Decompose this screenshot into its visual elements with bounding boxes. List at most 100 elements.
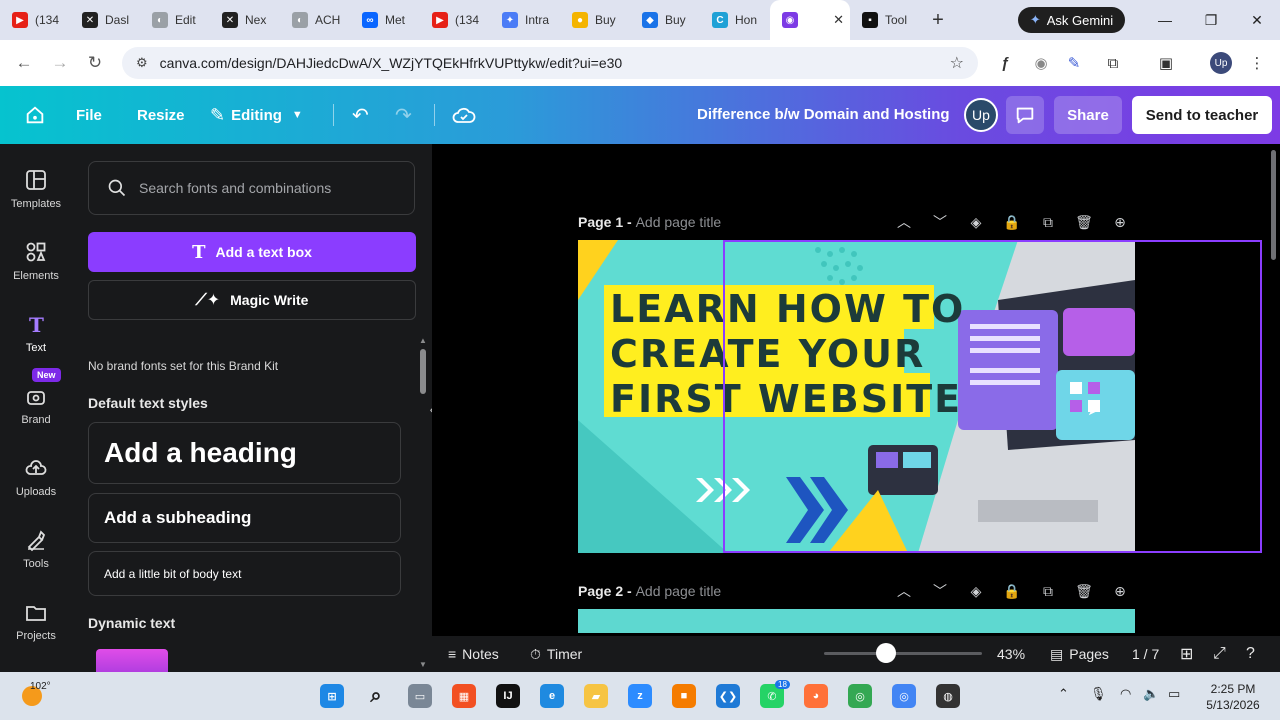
scroll-up-arrow[interactable]: ▲ xyxy=(419,336,427,345)
font-search-input[interactable]: Search fonts and combinations xyxy=(88,161,415,215)
page-2-label[interactable]: Page 2 - Add page title xyxy=(578,583,721,599)
volume-icon[interactable]: 🔈 xyxy=(1143,686,1159,702)
comments-button[interactable] xyxy=(1006,96,1044,134)
lock-icon[interactable]: 🔒 xyxy=(1002,212,1022,232)
chrome-profile-icon[interactable]: ◎ xyxy=(892,684,916,708)
timer-button[interactable]: ⏱ Timer xyxy=(530,636,582,672)
share-button[interactable]: Share xyxy=(1054,96,1122,134)
page-2-design[interactable] xyxy=(578,609,1135,633)
browser-tab[interactable]: ✕ Dasl xyxy=(70,0,140,40)
browser-tab[interactable]: ▶ (134 xyxy=(420,0,490,40)
minimize-button[interactable]: — xyxy=(1142,0,1188,40)
extensions-puzzle-icon[interactable]: ⧉ xyxy=(1101,51,1125,75)
battery-icon[interactable]: ▭ xyxy=(1168,686,1180,702)
chevron-up-icon[interactable]: ︿ xyxy=(894,212,914,232)
back-button[interactable]: ← xyxy=(6,53,42,73)
magic-write-button[interactable]: ⟋✦ Magic Write xyxy=(88,280,416,320)
resize-menu[interactable]: Resize xyxy=(137,86,185,144)
rail-item-uploads[interactable]: Uploads xyxy=(0,456,72,498)
home-button[interactable] xyxy=(24,86,46,144)
file-explorer-icon[interactable]: ▰ xyxy=(584,684,608,708)
close-tab-icon[interactable]: ✕ xyxy=(833,12,844,28)
temperature[interactable]: 102° xyxy=(30,681,51,692)
duplicate-page-icon[interactable]: ⧉ xyxy=(1038,581,1058,601)
grid-view-icon[interactable]: ⊞ xyxy=(1180,636,1193,672)
browser-tab[interactable]: ✕ Nex xyxy=(210,0,280,40)
rail-item-text[interactable]: T Text xyxy=(0,312,72,354)
obs-icon[interactable]: ◍ xyxy=(936,684,960,708)
notes-button[interactable]: ≡ Notes xyxy=(448,636,499,672)
browser-tab[interactable]: ∞ Met xyxy=(350,0,420,40)
camera-extension-icon[interactable]: ◉ xyxy=(1029,51,1053,75)
rail-item-brand[interactable]: Brand xyxy=(0,384,72,426)
canvas-scrollbar[interactable] xyxy=(1271,150,1276,260)
document-title[interactable]: Difference b/w Domain and Hosting xyxy=(697,106,950,123)
tab-search-icon[interactable]: ▣ xyxy=(1154,51,1178,75)
help-icon[interactable]: ? xyxy=(1246,636,1255,672)
duplicate-page-icon[interactable]: ⧉ xyxy=(1038,212,1058,232)
restore-button[interactable]: ❐ xyxy=(1188,0,1234,40)
search-icon[interactable]: ⌕ xyxy=(364,684,388,708)
selection-outline[interactable] xyxy=(723,240,1262,553)
browser-tab[interactable]: ◆ Buy xyxy=(630,0,700,40)
rail-item-tools[interactable]: Tools xyxy=(0,528,72,570)
browser-tab[interactable]: ◐ ACH xyxy=(280,0,350,40)
chevron-down-icon[interactable]: ﹀ xyxy=(930,581,950,601)
scroll-down-arrow[interactable]: ▼ xyxy=(419,660,427,669)
close-window-button[interactable]: ✕ xyxy=(1234,0,1280,40)
pages-button[interactable]: ▤ Pages xyxy=(1050,636,1109,672)
browser-tab[interactable]: ▪ Tool xyxy=(850,0,920,40)
rail-item-templates[interactable]: Templates xyxy=(0,168,72,210)
vscode-icon[interactable]: ❮❯ xyxy=(716,684,740,708)
microphone-icon[interactable]: 🎙 xyxy=(1090,686,1107,702)
send-to-teacher-button[interactable]: Send to teacher xyxy=(1132,96,1272,134)
new-tab-button[interactable]: + xyxy=(920,9,956,32)
browser-tab[interactable]: ✦ Intra xyxy=(490,0,560,40)
page-1-label[interactable]: Page 1 - Add page title xyxy=(578,214,721,230)
dynamic-text-thumbnail[interactable] xyxy=(96,649,168,672)
url-omnibox[interactable]: ⚙ canva.com/design/DAHJiedcDwA/X_WZjYTQE… xyxy=(122,47,978,79)
windows-start-icon[interactable]: ⊞ xyxy=(320,684,344,708)
chrome-icon[interactable]: ◎ xyxy=(848,684,872,708)
system-clock[interactable]: 2:25 PM 5/13/2026 xyxy=(1198,681,1268,713)
browser-menu-icon[interactable]: ⋮ xyxy=(1245,51,1269,75)
rail-item-projects[interactable]: Projects xyxy=(0,600,72,642)
add-page-icon[interactable]: ⊕ xyxy=(1110,581,1130,601)
microsoft-store-icon[interactable]: ▦ xyxy=(452,684,476,708)
wifi-icon[interactable]: ◠ xyxy=(1120,686,1131,702)
file-menu[interactable]: File xyxy=(76,86,102,144)
undo-button[interactable]: ↶ xyxy=(352,86,369,144)
add-heading-style[interactable]: Add a heading xyxy=(88,422,401,484)
page-2-title-placeholder[interactable]: Add page title xyxy=(636,583,722,599)
add-text-box-button[interactable]: T Add a text box xyxy=(88,232,416,272)
panel-scrollbar[interactable] xyxy=(420,349,426,394)
task-view-icon[interactable]: ▭ xyxy=(408,684,432,708)
add-page-icon[interactable]: ⊕ xyxy=(1110,212,1130,232)
hide-page-icon[interactable]: ◈ xyxy=(966,581,986,601)
delete-page-icon[interactable]: 🗑 xyxy=(1074,581,1094,601)
zoom-slider-track[interactable] xyxy=(824,652,982,655)
browser-tab[interactable]: ◐ Edit xyxy=(140,0,210,40)
zoom-slider-handle[interactable] xyxy=(876,643,896,663)
ask-gemini-button[interactable]: ✦ Ask Gemini xyxy=(1018,7,1125,33)
add-subheading-style[interactable]: Add a subheading xyxy=(88,493,401,543)
browser-tab[interactable]: ◉ ✕ xyxy=(770,0,850,40)
font-extension-icon[interactable]: ƒ xyxy=(993,51,1017,75)
browser-profile-avatar[interactable]: Up xyxy=(1210,52,1232,74)
firefox-icon[interactable]: ◕ xyxy=(804,684,828,708)
chevron-up-icon[interactable]: ︿ xyxy=(894,581,914,601)
redo-button[interactable]: ↷ xyxy=(395,86,412,144)
chevron-down-icon[interactable]: ﹀ xyxy=(930,212,950,232)
site-settings-icon[interactable]: ⚙ xyxy=(136,55,148,71)
browser-tab[interactable]: C Hon xyxy=(700,0,770,40)
lock-icon[interactable]: 🔒 xyxy=(1002,581,1022,601)
edge-icon[interactable]: e xyxy=(540,684,564,708)
hide-page-icon[interactable]: ◈ xyxy=(966,212,986,232)
cloud-saved-icon[interactable] xyxy=(452,86,476,144)
page-1-title-placeholder[interactable]: Add page title xyxy=(636,214,722,230)
pen-extension-icon[interactable]: ✎ xyxy=(1062,51,1086,75)
tray-overflow-chevron-icon[interactable]: ⌃ xyxy=(1058,686,1069,702)
bookmark-star-icon[interactable]: ☆ xyxy=(950,53,964,73)
intellij-icon[interactable]: IJ xyxy=(496,684,520,708)
rail-item-elements[interactable]: Elements xyxy=(0,240,72,282)
